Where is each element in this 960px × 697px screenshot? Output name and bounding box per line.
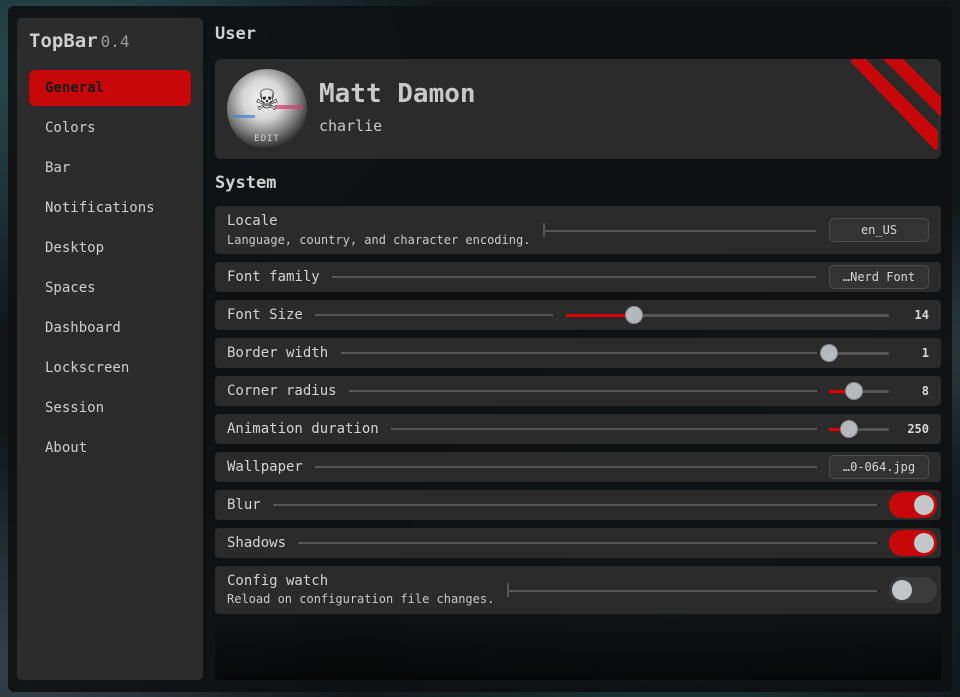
toggle-knob (914, 533, 934, 553)
font-family-button[interactable]: …Nerd Font (829, 265, 929, 289)
corner-radius-value: 8 (921, 384, 929, 398)
wallpaper-label: Wallpaper (227, 459, 303, 475)
config-watch-row: Config watch Reload on configuration fil… (215, 566, 941, 614)
blur-row: Blur (215, 490, 941, 520)
row-divider-tick (507, 583, 509, 597)
locale-button[interactable]: en_US (829, 218, 929, 242)
avatar-glitch-stripe (275, 105, 303, 109)
sidebar-item-spaces[interactable]: Spaces (29, 270, 191, 306)
sidebar-nav: General Colors Bar Notifications Desktop… (29, 70, 191, 470)
row-divider-line (315, 466, 817, 468)
sidebar-item-about[interactable]: About (29, 430, 191, 466)
font-family-label: Font family (227, 269, 320, 285)
app-title: TopBar 0.4 (29, 30, 130, 52)
row-divider-line (332, 276, 816, 278)
sidebar-item-session[interactable]: Session (29, 390, 191, 426)
font-size-row: Font Size 14 (215, 300, 941, 330)
corner-radius-slider[interactable] (829, 382, 889, 400)
avatar-glitch-stripe (233, 115, 255, 118)
sidebar-item-colors[interactable]: Colors (29, 110, 191, 146)
row-divider-line (298, 542, 877, 544)
row-divider-line (391, 428, 817, 430)
font-size-label: Font Size (227, 307, 303, 323)
shadows-toggle[interactable] (889, 530, 937, 556)
animation-duration-value: 250 (907, 422, 929, 436)
sidebar-item-general[interactable]: General (29, 70, 191, 106)
slider-track (829, 352, 889, 355)
slider-thumb[interactable] (624, 306, 643, 324)
locale-row: Locale Language, country, and character … (215, 206, 941, 254)
user-card: ☠ EDIT Matt Damon charlie (215, 59, 941, 159)
row-divider-line (315, 314, 553, 316)
row-divider-line (544, 230, 816, 232)
avatar[interactable]: ☠ EDIT (227, 69, 307, 149)
user-section-title: User (215, 24, 256, 44)
app-name: TopBar (29, 30, 98, 52)
border-width-slider[interactable] (820, 344, 889, 362)
sidebar-item-desktop[interactable]: Desktop (29, 230, 191, 266)
user-name: Matt Damon (319, 79, 476, 109)
app-version: 0.4 (100, 32, 130, 51)
border-width-row: Border width 1 (215, 338, 941, 368)
row-divider-tick (543, 223, 545, 237)
avatar-edit-label[interactable]: EDIT (227, 134, 307, 144)
animation-duration-row: Animation duration 250 (215, 414, 941, 444)
sidebar-item-bar[interactable]: Bar (29, 150, 191, 186)
wallpaper-row: Wallpaper …0-064.jpg (215, 452, 941, 482)
shadows-row: Shadows (215, 528, 941, 558)
border-width-label: Border width (227, 345, 329, 361)
config-watch-toggle[interactable] (889, 577, 937, 603)
row-divider-line (349, 390, 817, 392)
toggle-knob (892, 580, 912, 600)
locale-label: Locale (227, 213, 278, 229)
sidebar-item-notifications[interactable]: Notifications (29, 190, 191, 226)
sidebar: TopBar 0.4 General Colors Bar Notificatio… (17, 18, 203, 680)
system-section-title: System (215, 173, 277, 193)
font-size-value: 14 (914, 308, 929, 322)
blur-toggle[interactable] (889, 492, 937, 518)
row-divider-line (273, 504, 877, 506)
user-handle: charlie (319, 117, 383, 135)
slider-thumb[interactable] (839, 420, 858, 438)
row-divider-line (508, 590, 877, 592)
corner-stripes-decoration (851, 59, 941, 149)
font-family-row: Font family …Nerd Font (215, 262, 941, 292)
skull-icon: ☠ (256, 78, 278, 119)
row-divider-line (341, 352, 817, 354)
wallpaper-button[interactable]: …0-064.jpg (829, 455, 929, 479)
config-watch-description: Reload on configuration file changes. (227, 592, 495, 606)
font-size-slider[interactable] (566, 306, 889, 324)
sidebar-item-lockscreen[interactable]: Lockscreen (29, 350, 191, 386)
locale-description: Language, country, and character encodin… (227, 233, 531, 247)
content-bottom-shade (215, 620, 941, 680)
sidebar-item-dashboard[interactable]: Dashboard (29, 310, 191, 346)
slider-fill (566, 314, 634, 317)
blur-label: Blur (227, 497, 261, 513)
slider-thumb[interactable] (845, 382, 864, 400)
toggle-knob (914, 495, 934, 515)
corner-radius-row: Corner radius 8 (215, 376, 941, 406)
border-width-value: 1 (921, 346, 929, 360)
config-watch-label: Config watch (227, 573, 329, 589)
shadows-label: Shadows (227, 535, 287, 551)
corner-radius-label: Corner radius (227, 383, 337, 399)
slider-thumb[interactable] (820, 344, 838, 362)
animation-duration-label: Animation duration (227, 421, 379, 437)
animation-duration-slider[interactable] (829, 420, 889, 438)
